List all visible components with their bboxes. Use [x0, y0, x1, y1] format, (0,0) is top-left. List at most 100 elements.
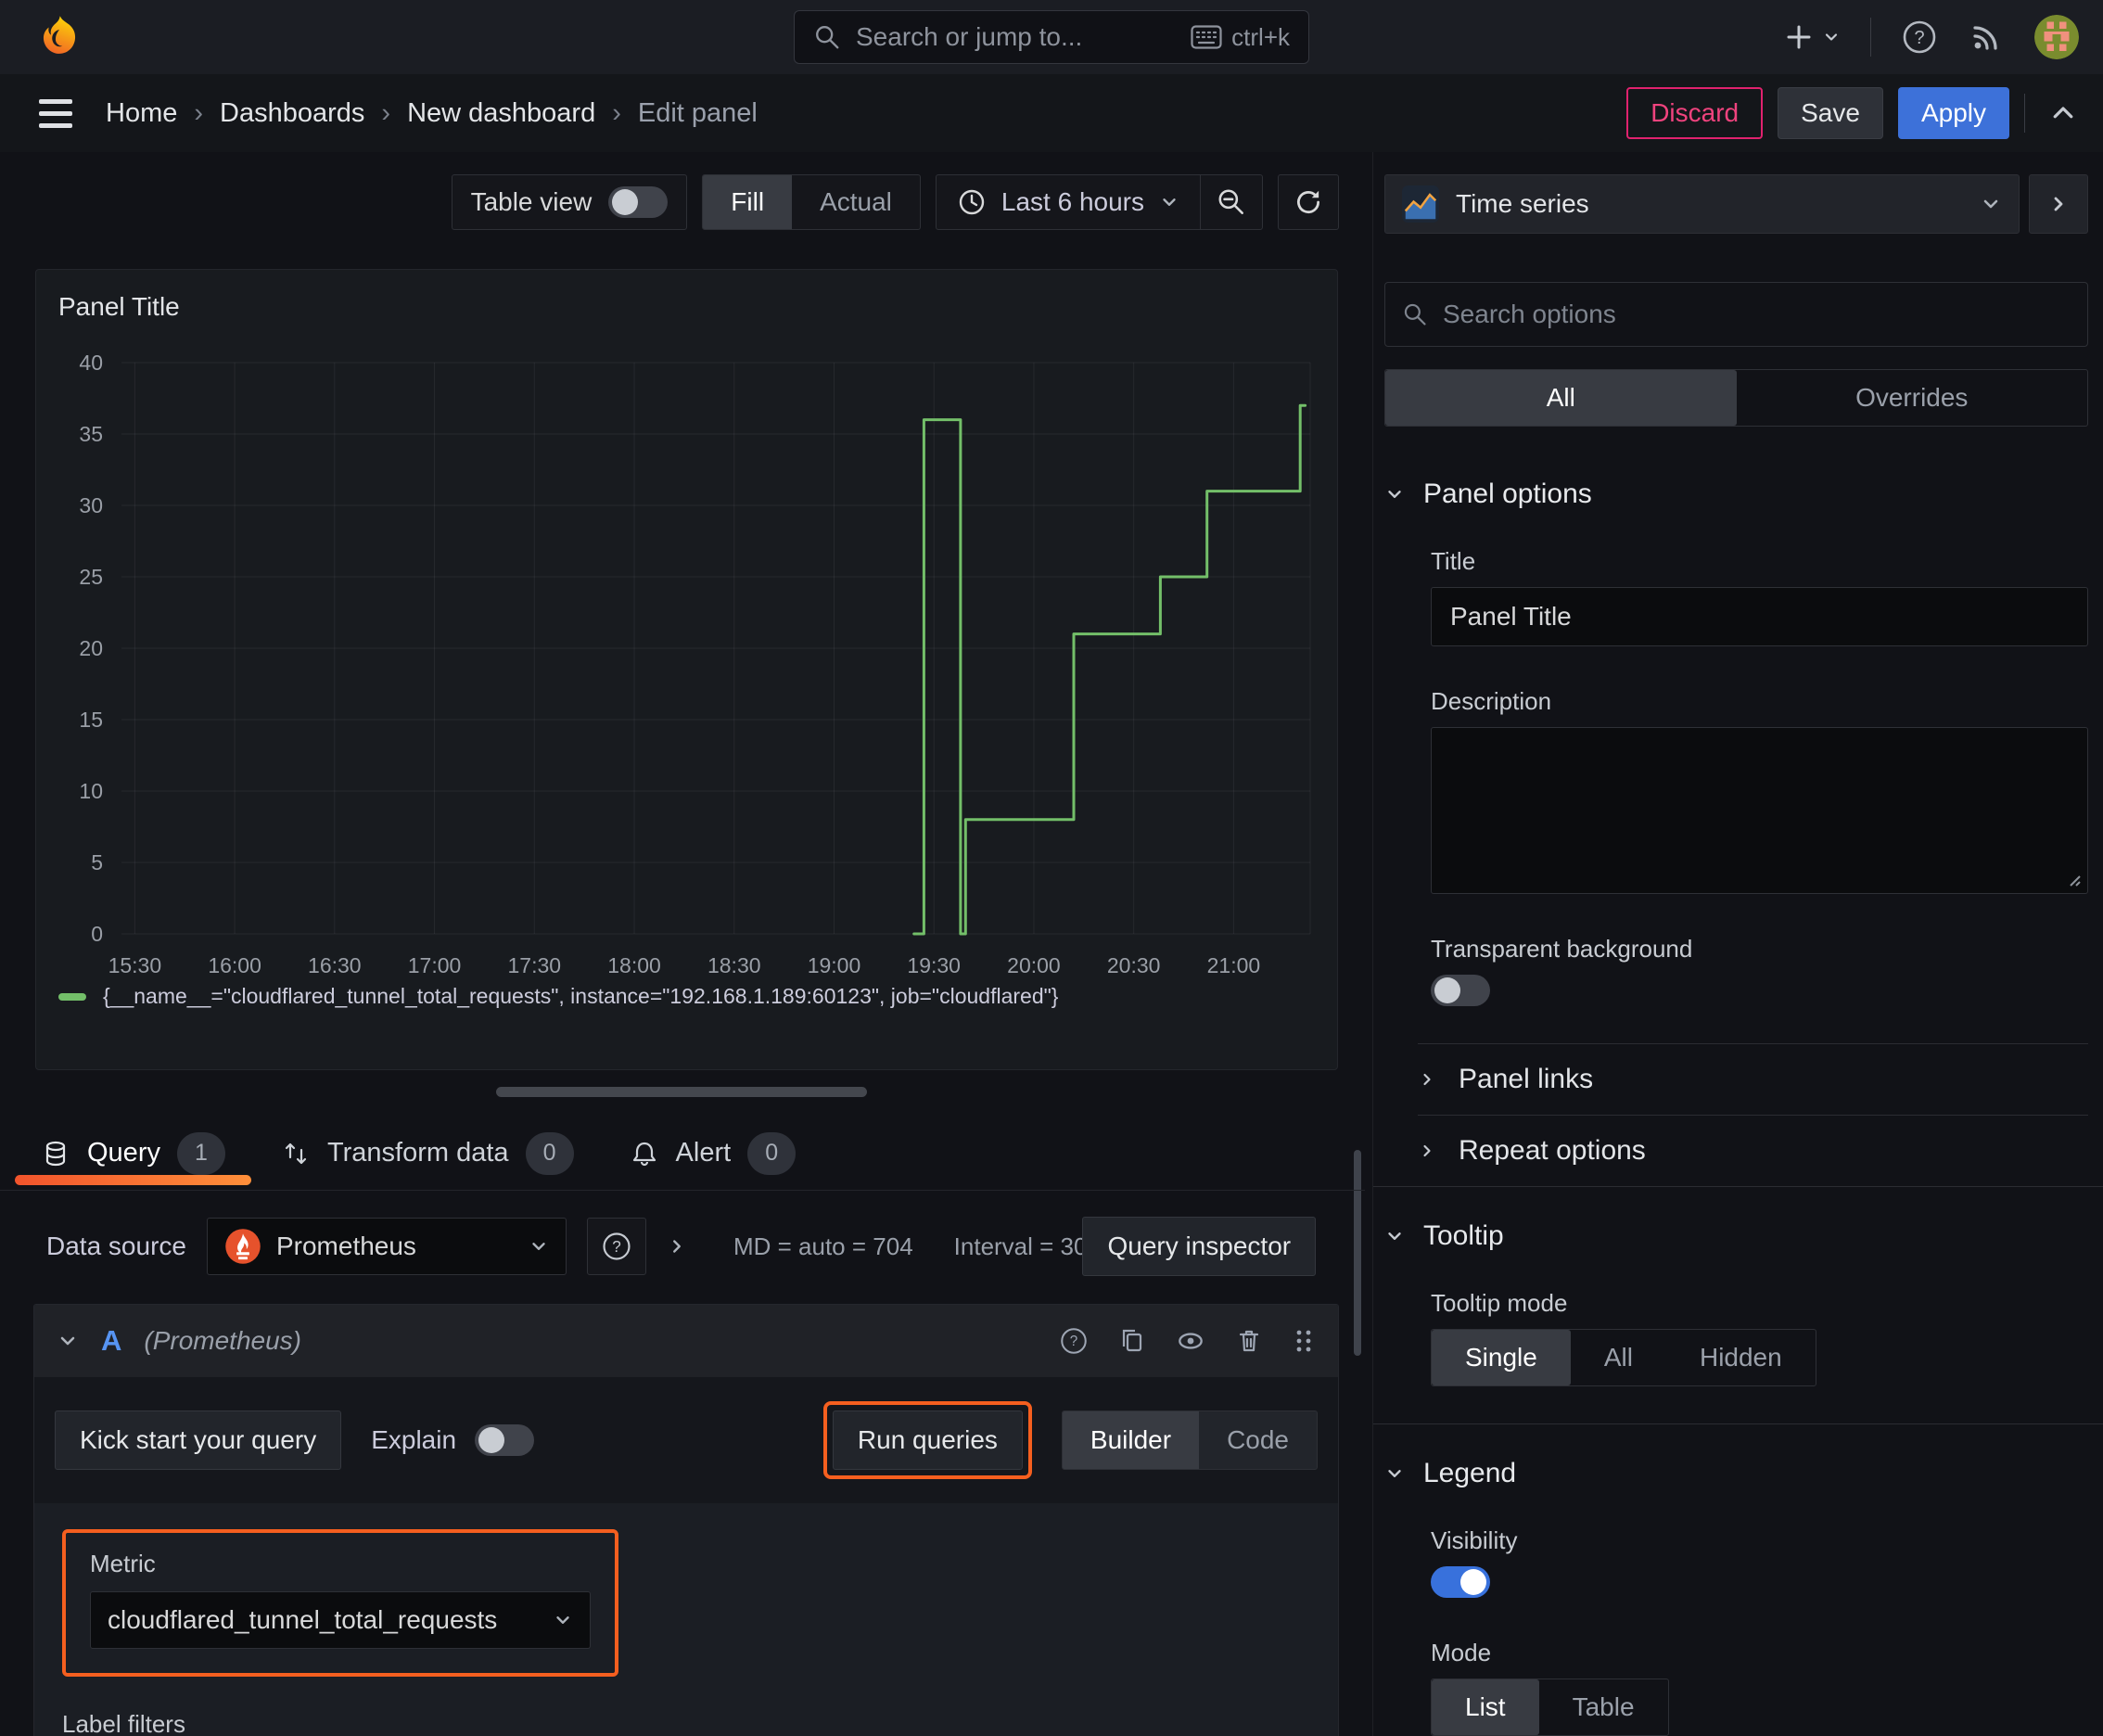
svg-text:16:30: 16:30 — [308, 953, 362, 977]
title-input[interactable]: Panel Title — [1431, 587, 2088, 646]
chevron-up-icon[interactable] — [2049, 99, 2077, 127]
label-filters-label: Label filters — [62, 1710, 185, 1736]
menu-icon[interactable] — [39, 98, 72, 128]
svg-text:21:00: 21:00 — [1207, 953, 1261, 977]
svg-text:5: 5 — [91, 850, 103, 874]
repeat-options-section[interactable]: Repeat options — [1384, 1116, 2088, 1186]
run-queries-highlight: Run queries — [822, 1401, 1032, 1479]
prometheus-icon — [224, 1228, 261, 1265]
svg-text:10: 10 — [79, 779, 103, 803]
legend-mode-table[interactable]: Table — [1539, 1679, 1668, 1735]
chevron-right-icon: › — [612, 97, 621, 128]
query-ref-id: A — [101, 1324, 122, 1357]
datasource-picker[interactable]: Prometheus — [206, 1218, 567, 1275]
tooltip-section[interactable]: Tooltip — [1384, 1220, 2088, 1252]
builder-code-segment: Builder Code — [1061, 1410, 1318, 1470]
svg-text:19:00: 19:00 — [808, 953, 861, 977]
tooltip-mode-label: Tooltip mode — [1431, 1289, 1568, 1317]
svg-text:0: 0 — [91, 922, 103, 946]
panel-title: Panel Title — [58, 292, 180, 321]
series-swatch — [58, 992, 86, 1001]
avatar[interactable] — [2034, 15, 2079, 59]
svg-text:20: 20 — [79, 636, 103, 660]
tooltip-single-option[interactable]: Single — [1432, 1330, 1571, 1385]
kick-start-button[interactable]: Kick start your query — [55, 1410, 342, 1470]
query-row-header[interactable]: A (Prometheus) ? — [34, 1305, 1338, 1377]
svg-text:30: 30 — [79, 493, 103, 517]
legend-visibility-toggle[interactable] — [1431, 1566, 1490, 1598]
refresh-icon — [1297, 190, 1320, 214]
breadcrumb-home[interactable]: Home — [106, 98, 177, 129]
datasource-help-button[interactable]: ? — [586, 1218, 646, 1275]
description-textarea[interactable] — [1431, 727, 2088, 894]
zoom-out-button[interactable] — [1201, 175, 1262, 229]
rss-icon[interactable] — [1968, 19, 2005, 56]
svg-text:40: 40 — [79, 351, 103, 375]
breadcrumb-dashboards[interactable]: Dashboards — [220, 98, 364, 129]
fill-option[interactable]: Fill — [703, 175, 793, 229]
global-search-input[interactable]: Search or jump to... ctrl+k — [794, 10, 1309, 64]
search-options-input[interactable]: Search options — [1384, 282, 2088, 347]
fill-actual-segment: Fill Actual — [702, 174, 921, 230]
code-option[interactable]: Code — [1199, 1411, 1317, 1469]
chevron-down-icon — [1388, 491, 1401, 498]
legend-mode-list[interactable]: List — [1432, 1679, 1539, 1735]
transparent-background-toggle[interactable] — [1431, 975, 1490, 1006]
svg-text:35: 35 — [79, 422, 103, 446]
apply-button[interactable]: Apply — [1897, 87, 2009, 139]
svg-text:?: ? — [1914, 28, 1924, 48]
panel-links-section[interactable]: Panel links — [1384, 1044, 2088, 1115]
pane-resize-handle[interactable] — [496, 1087, 867, 1097]
builder-option[interactable]: Builder — [1062, 1411, 1200, 1469]
query-editor-area: Query 1 Transform data 0 Alert 0 Data so… — [0, 1117, 1365, 1736]
copy-icon[interactable] — [1117, 1326, 1147, 1356]
chart-legend[interactable]: {__name__="cloudflared_tunnel_total_requ… — [36, 984, 1337, 1009]
chevron-down-icon[interactable] — [57, 1330, 79, 1352]
chart-panel: Panel Title 0 5 10 15 20 25 30 35 40 15:30 16:00 16… — [35, 269, 1338, 1070]
visualization-picker[interactable]: Time series — [1384, 174, 2020, 234]
run-queries-button[interactable]: Run queries — [832, 1410, 1023, 1470]
help-icon[interactable]: ? — [1901, 19, 1938, 56]
tooltip-all-option[interactable]: All — [1571, 1330, 1666, 1385]
chevron-down-icon — [532, 1243, 545, 1250]
discard-button[interactable]: Discard — [1626, 87, 1764, 139]
tab-alert[interactable]: Alert 0 — [602, 1117, 824, 1190]
edit-panel-main: Table view Fill Actual Last 6 hours Pane… — [0, 152, 1365, 1736]
time-series-chart[interactable]: 0 5 10 15 20 25 30 35 40 15:30 16:00 16:30 17:00 17:3… — [36, 322, 1337, 982]
tooltip-hidden-option[interactable]: Hidden — [1666, 1330, 1816, 1385]
explain-toggle[interactable] — [475, 1424, 535, 1456]
tab-query[interactable]: Query 1 — [13, 1117, 253, 1190]
table-view-toggle[interactable] — [608, 186, 669, 218]
query-inspector-button[interactable]: Query inspector — [1082, 1217, 1317, 1276]
tab-all[interactable]: All — [1385, 370, 1737, 426]
metric-select[interactable]: cloudflared_tunnel_total_requests — [90, 1591, 591, 1649]
search-placeholder: Search or jump to... — [856, 22, 1083, 51]
grip-icon[interactable] — [1292, 1326, 1316, 1356]
tab-overrides[interactable]: Overrides — [1737, 370, 2088, 426]
tab-transform-data[interactable]: Transform data 0 — [253, 1117, 602, 1190]
refresh-button[interactable] — [1278, 174, 1339, 230]
search-icon — [1402, 301, 1428, 327]
svg-text:15: 15 — [79, 708, 103, 732]
breadcrumb-new-dashboard[interactable]: New dashboard — [407, 98, 595, 129]
panel-options-section[interactable]: Panel options — [1384, 479, 2088, 510]
legend-section[interactable]: Legend — [1384, 1458, 2088, 1489]
search-options-placeholder: Search options — [1443, 300, 1616, 328]
grafana-logo[interactable] — [35, 13, 83, 61]
clock-icon — [957, 187, 987, 217]
chevron-right-icon[interactable] — [667, 1234, 687, 1258]
save-button[interactable]: Save — [1778, 87, 1883, 139]
shortcut-hint: ctrl+k — [1191, 23, 1290, 52]
help-icon[interactable]: ? — [1058, 1325, 1090, 1357]
actual-option[interactable]: Actual — [792, 175, 920, 229]
add-button[interactable] — [1783, 21, 1841, 53]
actions-divider — [2024, 94, 2025, 133]
svg-text:?: ? — [1070, 1334, 1078, 1349]
all-overrides-segment: All Overrides — [1384, 369, 2088, 427]
time-range-button[interactable]: Last 6 hours — [937, 175, 1200, 229]
trash-icon[interactable] — [1234, 1326, 1264, 1356]
eye-icon[interactable] — [1175, 1325, 1206, 1357]
help-icon: ? — [603, 1232, 631, 1260]
collapse-options-button[interactable] — [2029, 174, 2088, 234]
topbar-divider — [1870, 18, 1871, 57]
